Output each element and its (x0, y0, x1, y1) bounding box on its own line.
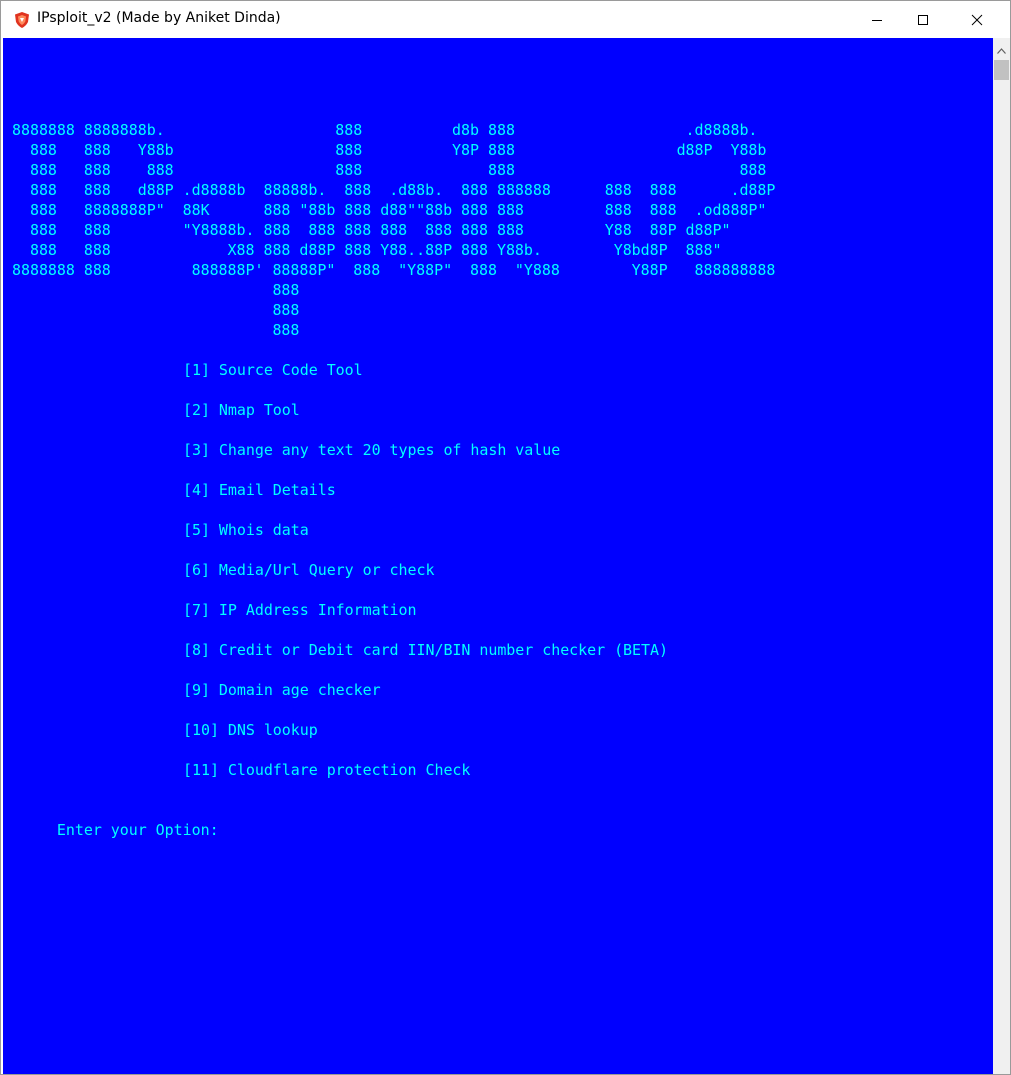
chevron-up-icon (997, 39, 1006, 58)
input-prompt[interactable]: Enter your Option: (3, 800, 219, 860)
ascii-banner: 8888888 8888888b. 888 d8b 888 .d8888b. 8… (12, 120, 775, 340)
banner-line: 888 (12, 301, 300, 319)
console-area[interactable]: 8888888 8888888b. 888 d8b 888 .d8888b. 8… (3, 38, 993, 1074)
close-button[interactable] (954, 1, 1000, 38)
minimize-button[interactable] (854, 1, 900, 38)
menu-item: [6] Media/Url Query or check (183, 561, 435, 579)
banner-line: 8888888 888 888888P' 88888P" 888 "Y88P" … (12, 261, 776, 279)
prompt-label: Enter your Option: (56, 821, 219, 839)
menu-item: [7] IP Address Information (183, 601, 417, 619)
banner-line: 8888888 8888888b. 888 d8b 888 .d8888b. (12, 121, 758, 139)
title-bar[interactable]: IPsploit_v2 (Made by Aniket Dinda) (1, 1, 1010, 38)
menu-item: [11] Cloudflare protection Check (183, 761, 471, 779)
banner-line: 888 888 "Y8888b. 888 888 888 888 888 888… (12, 221, 731, 239)
banner-line: 888 888 Y88b 888 Y8P 888 d88P Y88b (12, 141, 767, 159)
maximize-button[interactable] (900, 1, 946, 38)
menu-item: [8] Credit or Debit card IIN/BIN number … (183, 641, 668, 659)
minimize-icon (871, 14, 883, 26)
scrollbar-thumb[interactable] (994, 60, 1009, 80)
maximize-icon (917, 14, 929, 26)
terminal-output: 8888888 8888888b. 888 d8b 888 .d8888b. 8… (12, 80, 775, 380)
menu-item: [10] DNS lookup (183, 721, 318, 739)
close-icon (971, 14, 983, 26)
console-window: IPsploit_v2 (Made by Aniket Dinda) 88888… (0, 0, 1011, 1075)
banner-line: 888 (12, 281, 300, 299)
menu-item: [2] Nmap Tool (183, 401, 300, 419)
menu-item: [4] Email Details (183, 481, 336, 499)
banner-line: 888 888 888 888 888 888 (12, 161, 767, 179)
menu-item: [5] Whois data (183, 521, 309, 539)
banner-line: 888 888 d88P .d8888b 88888b. 888 .d88b. … (12, 181, 776, 199)
scroll-up-button[interactable] (993, 38, 1010, 58)
menu-item: [3] Change any text 20 types of hash val… (183, 441, 561, 459)
menu-list: [1] Source Code Tool [2] Nmap Tool [3] Cha… (183, 360, 668, 800)
menu-item: [1] Source Code Tool (183, 361, 363, 379)
vertical-scrollbar[interactable] (993, 38, 1010, 1074)
window-title: IPsploit_v2 (Made by Aniket Dinda) (37, 10, 281, 26)
menu-item: [9] Domain age checker (183, 681, 381, 699)
banner-line: 888 8888888P" 88K 888 "88b 888 d88""88b … (12, 201, 767, 219)
shield-icon (13, 11, 31, 29)
banner-line: 888 888 X88 888 d88P 888 Y88..88P 888 Y8… (12, 241, 722, 259)
banner-line: 888 (12, 321, 300, 339)
